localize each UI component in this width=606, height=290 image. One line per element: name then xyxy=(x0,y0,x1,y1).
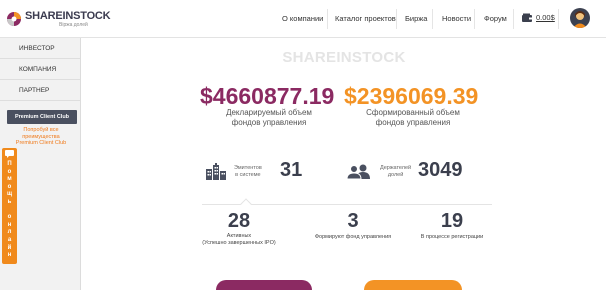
top-header: SHAREINSTOCK Biржа долей О компании Ката… xyxy=(0,0,606,38)
main-content: SHAREINSTOCK $4660877.19 Декларируемый о… xyxy=(82,38,606,290)
active-label: Активных (Успешно завершенных IPO) xyxy=(184,233,294,247)
help-letter: а xyxy=(7,236,12,243)
label-line: долей xyxy=(387,172,404,178)
help-letter: н xyxy=(7,252,12,259)
logo[interactable]: SHAREINSTOCK Biржа долей xyxy=(6,7,111,31)
forming-label: Формируют фонд управления xyxy=(314,234,392,240)
label-line: Активных xyxy=(226,233,252,239)
help-letter: ь xyxy=(7,198,12,205)
holders-label: Держателей долей xyxy=(380,165,411,179)
logo-subtitle: Biржа долей xyxy=(59,22,88,28)
help-letter: П xyxy=(7,161,12,167)
sidebar-item-partner[interactable]: ПАРТНЕР xyxy=(0,80,80,101)
premium-club-promo[interactable]: Попробуй все преимущества Premium Client… xyxy=(0,127,82,147)
nav-divider xyxy=(432,9,433,29)
balance-link[interactable]: 0.00$ xyxy=(536,0,555,36)
nav-divider xyxy=(513,9,514,29)
help-online-label: П о м о щ ь о н л а й н xyxy=(2,161,17,260)
declared-fund-value: $4660877.19 xyxy=(200,83,335,109)
nav-news[interactable]: Новости xyxy=(442,0,471,38)
holders-count: 3049 xyxy=(418,159,463,181)
help-letter: о xyxy=(7,214,12,221)
sidebar-item-company[interactable]: КОМПАНИЯ xyxy=(0,59,80,80)
label-line: Эмитентов xyxy=(234,165,262,171)
users-group-icon xyxy=(346,164,370,179)
sidebar-item-investor[interactable]: ИНВЕСТОР xyxy=(0,38,80,59)
help-letter: л xyxy=(7,229,12,236)
nav-divider xyxy=(396,9,397,29)
active-count: 28 xyxy=(227,210,251,232)
nav-forum[interactable]: Форум xyxy=(484,0,507,38)
investor-cta-button[interactable] xyxy=(216,280,312,290)
label-line: фондов управления xyxy=(231,118,307,127)
buildings-icon xyxy=(206,163,226,180)
help-letter: й xyxy=(7,244,12,251)
label-line: фондов управления xyxy=(375,118,451,127)
help-letter: н xyxy=(7,221,12,228)
nav-divider xyxy=(474,9,475,29)
formed-fund-label: Сформированный объем фондов управления xyxy=(338,108,488,128)
user-avatar[interactable] xyxy=(570,8,590,28)
label-line: Сформированный объем xyxy=(366,108,460,117)
promo-line: Premium Client Club xyxy=(15,140,67,146)
issuers-label: Эмитентов в системе xyxy=(234,165,262,179)
declared-fund-label: Декларируемый объем фондов управления xyxy=(194,108,344,128)
company-cta-button[interactable] xyxy=(364,280,462,290)
logo-text: SHAREINSTOCK xyxy=(25,10,111,22)
user-icon xyxy=(573,11,587,28)
nav-about[interactable]: О компании xyxy=(282,0,323,38)
label-line: (Успешно завершенных IPO) xyxy=(202,240,276,246)
logo-mark-icon xyxy=(7,12,21,26)
help-online-tab[interactable]: П о м о щ ь о н л а й н xyxy=(2,148,17,264)
brand-watermark: SHAREINSTOCK xyxy=(282,49,406,66)
section-pointer xyxy=(240,198,252,210)
help-letter: о xyxy=(7,168,12,175)
help-letter: щ xyxy=(6,191,13,198)
label-line: Держателей xyxy=(380,165,412,171)
registering-label: В процессе регистрации xyxy=(420,234,484,240)
nav-exchange[interactable]: Биржа xyxy=(405,0,427,38)
nav-divider xyxy=(558,9,559,29)
help-letter xyxy=(2,207,17,215)
label-line: в системе xyxy=(235,172,261,178)
registering-count: 19 xyxy=(440,210,464,232)
label-line: Декларируемый объем xyxy=(226,108,312,117)
issuers-count: 31 xyxy=(280,159,303,181)
nav-catalog[interactable]: Каталог проектов xyxy=(335,0,396,38)
help-letter: о xyxy=(7,183,12,190)
page: SHAREINSTOCK Biржа долей О компании Ката… xyxy=(0,0,606,290)
help-letter: м xyxy=(7,176,12,183)
nav-divider xyxy=(327,9,328,29)
premium-club-button[interactable]: Premium Client Club xyxy=(7,110,77,124)
formed-fund-value: $2396069.39 xyxy=(344,83,479,109)
forming-count: 3 xyxy=(347,210,359,232)
chat-bubble-icon xyxy=(5,150,14,158)
wallet-icon[interactable] xyxy=(522,13,533,23)
